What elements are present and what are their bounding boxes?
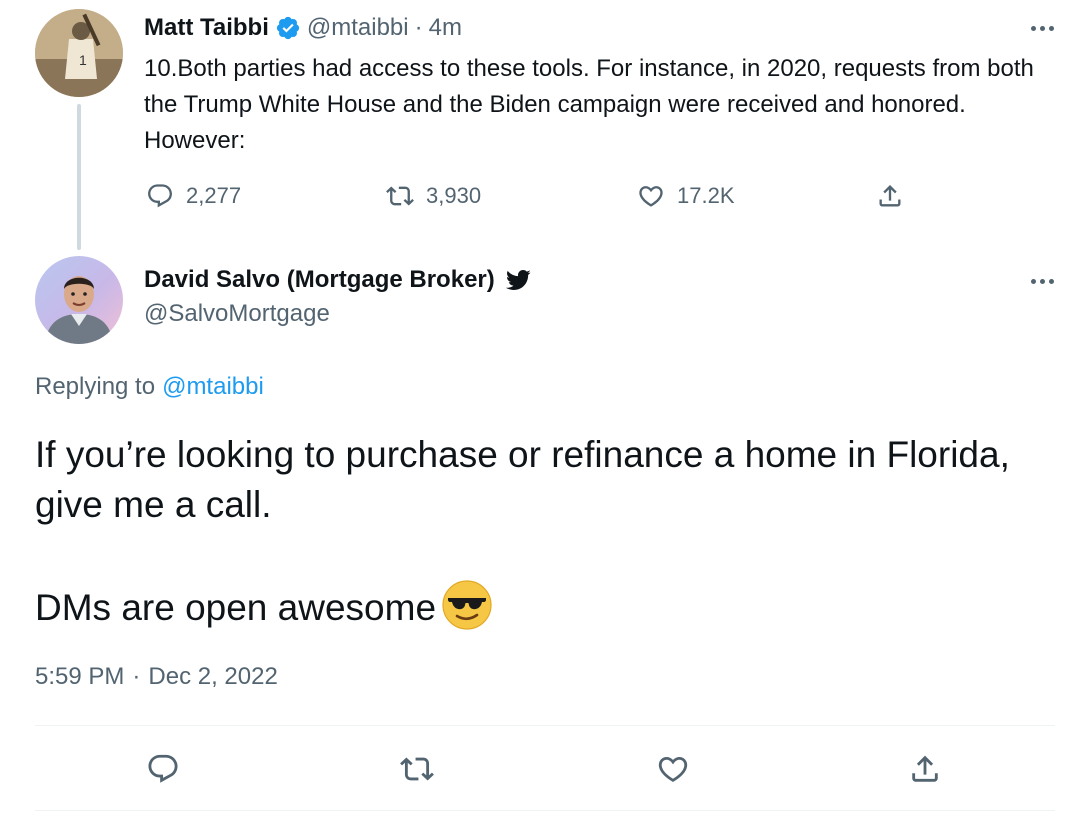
reply-text-paragraph-1: If you’re looking to purchase or refinan… — [35, 434, 1010, 525]
like-count: 17.2K — [677, 183, 735, 208]
svg-text:1: 1 — [79, 52, 87, 68]
reply-action-button[interactable] — [146, 752, 180, 786]
tweet-timestamp[interactable]: 5:59 PM · Dec 2, 2022 — [35, 663, 278, 691]
taibbi-avatar[interactable]: 1 — [35, 9, 123, 97]
divider-bottom — [35, 810, 1055, 811]
timestamp-separator: · — [132, 663, 141, 690]
parent-retweet-button[interactable]: 3,930 — [386, 182, 481, 210]
share-action-button[interactable] — [908, 752, 942, 786]
heart-icon — [639, 186, 663, 207]
reply-author-row: David Salvo (Mortgage Broker) — [144, 264, 531, 296]
replying-to-link[interactable]: @mtaibbi — [162, 373, 264, 401]
parent-share-button[interactable] — [876, 182, 904, 210]
parent-author-name[interactable]: Matt Taibbi — [144, 14, 269, 42]
reply-handle[interactable]: @SalvoMortgage — [144, 300, 330, 328]
verified-badge-icon — [275, 15, 301, 41]
tweet-time: 5:59 PM — [35, 663, 125, 690]
reply-tweet-text: If you’re looking to purchase or refinan… — [35, 430, 1055, 633]
replying-to-label: Replying to — [35, 373, 156, 400]
twitter-bird-icon — [505, 267, 531, 293]
reply-count: 2,277 — [186, 183, 242, 208]
share-icon — [912, 755, 938, 782]
reply-icon — [148, 754, 178, 783]
reply-more-dots-icon[interactable] — [1022, 271, 1062, 291]
like-action-button[interactable] — [656, 752, 690, 786]
parent-more-dots-icon[interactable] — [1022, 18, 1062, 38]
parent-tweet-text: 10.Both parties had access to these tool… — [144, 55, 1034, 154]
share-icon — [879, 185, 901, 207]
header-separator: · — [414, 14, 423, 41]
parent-time-ago[interactable]: 4m — [429, 14, 462, 42]
sunglasses-emoji-icon — [442, 580, 492, 630]
retweet-icon — [400, 757, 434, 781]
divider-top — [35, 725, 1055, 726]
parent-like-button[interactable]: 17.2K — [637, 182, 735, 210]
retweet-action-button[interactable] — [400, 752, 434, 786]
retweet-count: 3,930 — [426, 183, 482, 208]
tweet-thread-view: 1 Matt Taibbi @mtaibbi · 4m 10.Both part… — [0, 0, 1092, 832]
reply-text-blank-line — [35, 530, 1055, 580]
reply-icon — [148, 184, 172, 208]
reply-author-name[interactable]: David Salvo (Mortgage Broker) — [144, 266, 495, 294]
parent-tweet-header: Matt Taibbi @mtaibbi · 4m — [144, 12, 462, 44]
tweet-date: Dec 2, 2022 — [148, 663, 278, 690]
reply-text-paragraph-2: DMs are open awesome — [35, 580, 1055, 633]
parent-handle[interactable]: @mtaibbi — [307, 14, 409, 42]
reply-text-dm-line: DMs are open awesome — [35, 587, 437, 628]
thread-connector-line — [77, 104, 81, 250]
replying-to-line: Replying to @mtaibbi — [35, 373, 264, 401]
heart-icon — [658, 756, 688, 782]
parent-reply-button[interactable]: 2,277 — [146, 182, 241, 210]
retweet-icon — [386, 186, 414, 206]
salvo-avatar[interactable] — [35, 256, 123, 344]
